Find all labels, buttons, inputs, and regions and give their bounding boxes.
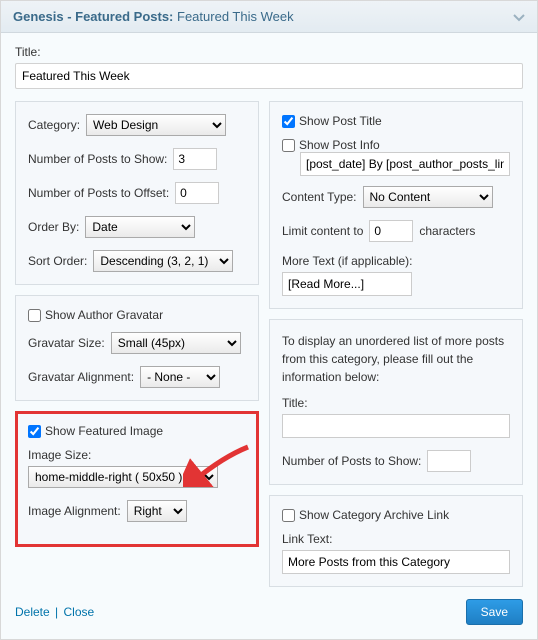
num-posts-input[interactable] [173,148,217,170]
content-type-label: Content Type: [282,190,357,204]
gravatar-size-select[interactable]: Small (45px) [111,332,241,354]
title-label: Title: [15,45,523,59]
show-archive-link-checkbox[interactable] [282,509,295,522]
footer-links: Delete | Close [15,605,94,619]
show-gravatar-label: Show Author Gravatar [45,308,163,322]
show-featured-image-label: Show Featured Image [45,424,163,438]
show-post-title-checkbox[interactable] [282,115,295,128]
widget-genesis-featured-posts: Genesis - Featured Posts: Featured This … [0,0,538,640]
gravatar-align-label: Gravatar Alignment: [28,370,134,384]
query-panel: Category: Web Design Number of Posts to … [15,101,259,285]
show-archive-link-label: Show Category Archive Link [299,508,449,522]
gravatar-size-label: Gravatar Size: [28,336,105,350]
image-size-select[interactable]: home-middle-right ( 50x50 ) [28,466,218,488]
num-posts-label: Number of Posts to Show: [28,152,167,166]
content-panel: Show Post Title Show Post Info Content T… [269,101,523,309]
separator: | [55,605,58,619]
orderby-select[interactable]: Date [85,216,195,238]
link-text-input[interactable] [282,550,510,574]
columns: Category: Web Design Number of Posts to … [15,101,523,587]
limit-content-input[interactable] [369,220,413,242]
featured-image-panel: Show Featured Image Image Size: home-mid… [15,411,259,547]
image-align-select[interactable]: Right [127,500,187,522]
extra-num-label: Number of Posts to Show: [282,454,421,468]
gravatar-panel: Show Author Gravatar Gravatar Size: Smal… [15,295,259,401]
widget-title: Genesis - Featured Posts: Featured This … [13,9,294,24]
category-label: Category: [28,118,80,132]
orderby-label: Order By: [28,220,79,234]
show-post-info-label: Show Post Info [299,138,380,152]
show-post-info-checkbox[interactable] [282,139,295,152]
limit-prefix-label: Limit content to [282,224,363,238]
image-size-label: Image Size: [28,448,246,462]
content-type-select[interactable]: No Content [363,186,493,208]
sort-label: Sort Order: [28,254,87,268]
extra-posts-panel: To display an unordered list of more pos… [269,319,523,485]
category-select[interactable]: Web Design [86,114,226,136]
sort-select[interactable]: Descending (3, 2, 1) [93,250,233,272]
delete-link[interactable]: Delete [15,605,50,619]
extra-posts-intro: To display an unordered list of more pos… [282,332,510,386]
extra-title-input[interactable] [282,414,510,438]
archive-link-panel: Show Category Archive Link Link Text: [269,495,523,587]
widget-body: Title: Category: Web Design Number of Po… [1,33,537,639]
show-featured-image-checkbox[interactable] [28,425,41,438]
title-row: Title: [15,45,523,89]
offset-input[interactable] [175,182,219,204]
widget-header[interactable]: Genesis - Featured Posts: Featured This … [1,1,537,33]
title-input[interactable] [15,63,523,89]
widget-title-prefix: Genesis - Featured Posts: [13,9,173,24]
close-link[interactable]: Close [64,605,95,619]
widget-footer: Delete | Close Save [15,599,523,625]
extra-title-label: Title: [282,396,510,410]
collapse-icon[interactable] [513,11,525,23]
gravatar-align-select[interactable]: - None - [140,366,220,388]
extra-num-input[interactable] [427,450,471,472]
save-button[interactable]: Save [466,599,523,625]
right-column: Show Post Title Show Post Info Content T… [269,101,523,587]
more-text-input[interactable] [282,272,412,296]
limit-suffix-label: characters [419,224,475,238]
link-text-label: Link Text: [282,532,510,546]
show-post-title-label: Show Post Title [299,114,382,128]
offset-label: Number of Posts to Offset: [28,186,169,200]
left-column: Category: Web Design Number of Posts to … [15,101,259,587]
widget-title-suffix: Featured This Week [177,9,294,24]
image-align-label: Image Alignment: [28,504,121,518]
show-gravatar-checkbox[interactable] [28,309,41,322]
post-info-input[interactable] [300,152,510,176]
more-text-label: More Text (if applicable): [282,254,510,268]
